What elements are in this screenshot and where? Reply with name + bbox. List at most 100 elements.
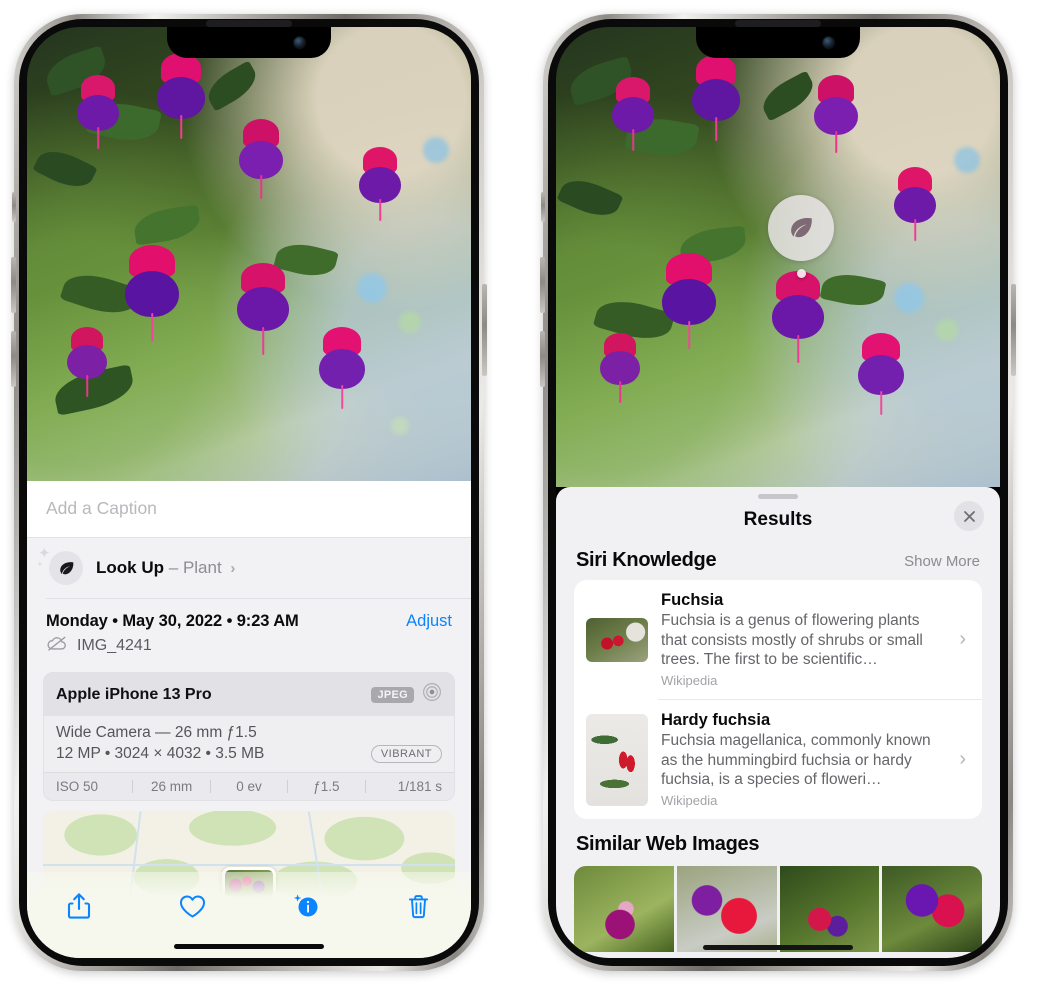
camera-header: Apple iPhone 13 Pro JPEG <box>44 673 454 716</box>
camera-model: Apple iPhone 13 Pro <box>56 685 212 703</box>
exif-focal: 26 mm <box>150 779 193 794</box>
photo-date: Monday • May 30, 2022 • 9:23 AM <box>46 612 299 630</box>
look-up-row[interactable]: ✦ ✦ Look Up – Plant › <box>27 538 471 598</box>
chevron-right-icon: › <box>959 628 966 650</box>
web-image-4[interactable] <box>882 866 982 953</box>
knowledge-title: Hardy fuchsia <box>661 711 771 730</box>
fuchsia-blossom <box>65 327 109 397</box>
favorite-button[interactable] <box>170 886 214 926</box>
fuchsia-blossom <box>770 271 826 363</box>
camera-metadata-card[interactable]: Apple iPhone 13 Pro JPEG Wide Camera — 2… <box>43 672 455 801</box>
bokeh-circle <box>936 319 958 341</box>
look-up-title: Look Up <box>96 558 164 577</box>
fuchsia-blossom <box>660 253 718 349</box>
look-up-dash: – <box>168 558 179 577</box>
visual-look-up-anchor-dot <box>797 269 806 278</box>
silent-switch[interactable] <box>541 192 545 222</box>
notch <box>696 27 860 58</box>
results-sheet: Results Siri Knowledge Show More Fuchsia… <box>556 487 1000 958</box>
close-button[interactable] <box>954 501 984 531</box>
photo-toolbar <box>27 872 471 958</box>
knowledge-source: Wikipedia <box>661 673 718 689</box>
front-camera-icon <box>294 37 305 48</box>
phone-left: Add a Caption ✦ ✦ Look Up – Plant › Mond… <box>11 14 487 971</box>
knowledge-thumbnail <box>586 713 648 806</box>
knowledge-description: Fuchsia magellanica, commonly known as t… <box>661 732 931 789</box>
knowledge-description: Fuchsia is a genus of flowering plants t… <box>661 612 923 669</box>
photo-viewer[interactable] <box>556 27 1000 487</box>
fuchsia-blossom <box>812 75 860 153</box>
delete-button[interactable] <box>397 886 441 926</box>
screenshot-root: Add a Caption ✦ ✦ Look Up – Plant › Mond… <box>0 0 1055 985</box>
volume-up-button[interactable] <box>540 257 545 313</box>
web-image-3[interactable] <box>779 866 880 953</box>
fuchsia-blossom <box>155 53 207 139</box>
home-indicator[interactable] <box>703 945 853 950</box>
similar-web-images-title: Similar Web Images <box>576 833 760 856</box>
bokeh-circle <box>399 311 421 333</box>
web-image-2[interactable] <box>676 866 777 953</box>
camera-lens: Wide Camera — 26 mm ƒ1.5 <box>56 724 257 741</box>
aperture-icon <box>422 682 442 707</box>
bokeh-circle <box>391 417 409 435</box>
front-camera-icon <box>823 37 834 48</box>
volume-down-button[interactable] <box>540 331 545 387</box>
exif-row: ISO 50 26 mm 0 ev ƒ1.5 1/181 s <box>44 772 454 800</box>
visual-look-up-badge[interactable] <box>768 195 834 261</box>
fuchsia-blossom <box>123 245 181 341</box>
notch <box>167 27 331 58</box>
fuchsia-blossom <box>235 263 291 355</box>
bokeh-circle <box>894 283 924 313</box>
exif-aperture: ƒ1.5 <box>313 779 340 794</box>
icloud-slash-icon <box>46 636 68 656</box>
show-more-button[interactable]: Show More <box>904 553 980 570</box>
camera-specs: 12 MP • 3024 × 4032 • 3.5 MB <box>56 745 265 762</box>
earpiece-speaker <box>735 20 821 27</box>
list-item[interactable]: Hardy fuchsia Fuchsia magellanica, commo… <box>574 700 982 819</box>
similar-web-images-strip[interactable] <box>574 866 982 953</box>
share-button[interactable] <box>57 886 101 926</box>
phone-right: Results Siri Knowledge Show More Fuchsia… <box>540 14 1016 971</box>
fuchsia-blossom <box>856 333 906 415</box>
fuchsia-blossom <box>75 75 121 149</box>
info-button[interactable] <box>284 886 328 926</box>
siri-knowledge-title: Siri Knowledge <box>576 549 717 571</box>
exif-iso: ISO 50 <box>56 779 99 794</box>
fuchsia-blossom <box>357 147 403 221</box>
chevron-right-icon: › <box>959 748 966 771</box>
date-block: Monday • May 30, 2022 • 9:23 AM Adjust I… <box>27 599 471 666</box>
phone-screen-right: Results Siri Knowledge Show More Fuchsia… <box>556 27 1000 958</box>
format-badge: JPEG <box>371 686 414 703</box>
knowledge-card: Fuchsia Fuchsia is a genus of flowering … <box>574 580 982 820</box>
fuchsia-blossom <box>237 119 285 199</box>
caption-placeholder: Add a Caption <box>46 498 157 518</box>
leaf-icon <box>49 551 83 585</box>
fuchsia-blossom <box>598 333 642 403</box>
knowledge-source: Wikipedia <box>661 793 718 809</box>
phone-screen-left: Add a Caption ✦ ✦ Look Up – Plant › Mond… <box>27 27 471 958</box>
volume-up-button[interactable] <box>11 257 16 313</box>
fuchsia-blossom <box>892 167 938 241</box>
look-up-category: Plant <box>182 558 222 577</box>
bokeh-circle <box>954 147 980 173</box>
exif-shutter: 1/181 s <box>397 779 443 794</box>
list-item[interactable]: Fuchsia Fuchsia is a genus of flowering … <box>574 580 982 699</box>
camera-body: Wide Camera — 26 mm ƒ1.5 12 MP • 3024 × … <box>44 716 454 772</box>
chevron-right-icon: › <box>230 560 236 577</box>
results-title: Results <box>743 509 813 530</box>
power-button[interactable] <box>482 284 487 376</box>
silent-switch[interactable] <box>12 192 16 222</box>
caption-field[interactable]: Add a Caption <box>27 481 471 538</box>
power-button[interactable] <box>1011 284 1016 376</box>
web-image-1[interactable] <box>574 866 674 953</box>
similar-web-images-header: Similar Web Images <box>556 819 1000 864</box>
volume-down-button[interactable] <box>11 331 16 387</box>
fuchsia-blossom <box>610 77 656 151</box>
knowledge-thumbnail <box>586 617 648 662</box>
adjust-button[interactable]: Adjust <box>406 612 452 631</box>
home-indicator[interactable] <box>174 944 324 949</box>
look-up-icon-wrap: ✦ ✦ <box>36 546 83 585</box>
photo-viewer[interactable] <box>27 27 471 481</box>
sparkle-small-icon: ✦ <box>36 559 44 569</box>
fuchsia-blossom <box>317 327 367 409</box>
